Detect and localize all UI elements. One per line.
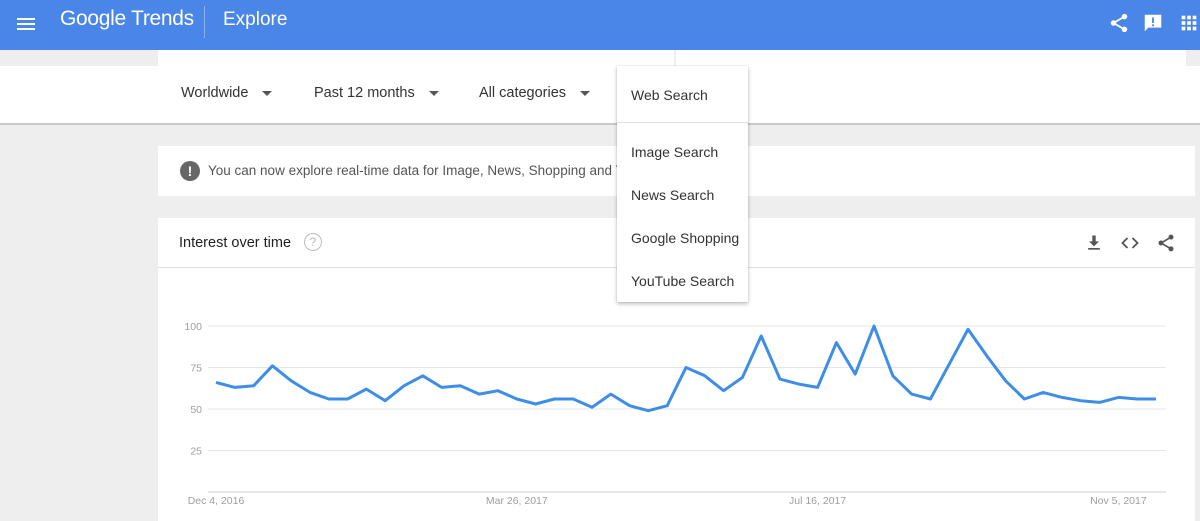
data-point[interactable]: [1020, 395, 1028, 403]
data-point[interactable]: [945, 360, 953, 368]
category-filter[interactable]: All categories: [479, 85, 591, 101]
menu-item-news-search[interactable]: News Search: [617, 187, 748, 203]
filter-bar: Worldwide Past 12 months All categories: [0, 66, 1200, 125]
data-point[interactable]: [438, 383, 446, 391]
data-point[interactable]: [287, 377, 295, 385]
y-tick-label: 100: [184, 321, 202, 333]
data-point[interactable]: [569, 395, 577, 403]
feedback-icon[interactable]: [1142, 12, 1164, 34]
header-divider: [204, 6, 205, 38]
data-point[interactable]: [212, 378, 220, 386]
share-icon[interactable]: [1108, 12, 1130, 34]
data-point[interactable]: [776, 375, 784, 383]
time-range-filter-label: Past 12 months: [314, 85, 415, 101]
apps-grid-icon[interactable]: [1178, 12, 1200, 34]
x-tick-label: Nov 5, 2017: [1090, 495, 1147, 507]
data-point[interactable]: [607, 390, 615, 398]
info-icon: !: [180, 161, 200, 181]
top-app-bar: Google Trends Explore: [0, 0, 1200, 50]
dropdown-caret-icon: [262, 90, 273, 96]
data-point[interactable]: [644, 407, 652, 415]
time-range-filter[interactable]: Past 12 months: [314, 85, 439, 101]
page-title: Explore: [223, 9, 288, 30]
menu-divider: [617, 122, 748, 123]
y-tick-label: 25: [190, 446, 202, 458]
google-trends-logo[interactable]: Google Trends: [60, 7, 194, 31]
data-point[interactable]: [795, 380, 803, 388]
data-point[interactable]: [889, 372, 897, 380]
data-point[interactable]: [231, 383, 239, 391]
dropdown-caret-icon: [580, 90, 591, 96]
data-point[interactable]: [550, 395, 558, 403]
region-filter-label: Worldwide: [181, 85, 249, 101]
data-point[interactable]: [475, 390, 483, 398]
data-point[interactable]: [851, 370, 859, 378]
data-point[interactable]: [1039, 388, 1047, 396]
data-point[interactable]: [419, 372, 427, 380]
data-point[interactable]: [964, 325, 972, 333]
data-point[interactable]: [908, 390, 916, 398]
x-tick-label: Jul 16, 2017: [789, 495, 846, 507]
data-point[interactable]: [1152, 395, 1160, 403]
data-point[interactable]: [588, 403, 596, 411]
data-point[interactable]: [325, 395, 333, 403]
data-point[interactable]: [682, 364, 690, 372]
data-point[interactable]: [362, 385, 370, 393]
data-point[interactable]: [1058, 393, 1066, 401]
y-tick-label: 75: [190, 363, 202, 375]
data-point[interactable]: [344, 395, 352, 403]
data-point[interactable]: [701, 372, 709, 380]
menu-item-google-shopping[interactable]: Google Shopping: [617, 230, 748, 246]
dropdown-caret-icon: [428, 90, 439, 96]
category-filter-label: All categories: [479, 85, 567, 101]
data-point[interactable]: [814, 383, 822, 391]
data-point[interactable]: [926, 395, 934, 403]
notice-text: You can now explore real-time data for I…: [208, 163, 650, 178]
data-point[interactable]: [250, 382, 258, 390]
menu-item-web-search[interactable]: Web Search: [617, 87, 748, 103]
data-point[interactable]: [1002, 377, 1010, 385]
y-tick-label: 50: [190, 404, 202, 416]
data-point[interactable]: [456, 382, 464, 390]
compare-box[interactable]: [676, 50, 1186, 66]
search-term-box[interactable]: [158, 50, 674, 66]
data-point[interactable]: [400, 382, 408, 390]
data-point[interactable]: [494, 387, 502, 395]
data-point[interactable]: [738, 373, 746, 381]
data-point[interactable]: [870, 322, 878, 330]
data-point[interactable]: [757, 332, 765, 340]
data-point[interactable]: [983, 352, 991, 360]
hamburger-menu-icon[interactable]: [14, 12, 38, 36]
menu-item-image-search[interactable]: Image Search: [617, 144, 748, 160]
data-point[interactable]: [532, 400, 540, 408]
data-point[interactable]: [1077, 397, 1085, 405]
data-point[interactable]: [720, 387, 728, 395]
menu-item-youtube-search[interactable]: YouTube Search: [617, 273, 748, 289]
data-point[interactable]: [381, 397, 389, 405]
data-point[interactable]: [663, 402, 671, 410]
data-point[interactable]: [1133, 395, 1141, 403]
region-filter[interactable]: Worldwide: [181, 85, 273, 101]
data-point[interactable]: [1096, 398, 1104, 406]
data-point[interactable]: [306, 388, 314, 396]
data-point[interactable]: [1114, 393, 1122, 401]
x-tick-label: Dec 4, 2016: [188, 495, 245, 507]
data-point[interactable]: [268, 362, 276, 370]
data-point[interactable]: [832, 339, 840, 347]
data-point[interactable]: [626, 402, 634, 410]
data-point[interactable]: [513, 395, 521, 403]
search-type-dropdown: Web Search Image Search News Search Goog…: [617, 66, 748, 302]
x-tick-label: Mar 26, 2017: [486, 495, 548, 507]
